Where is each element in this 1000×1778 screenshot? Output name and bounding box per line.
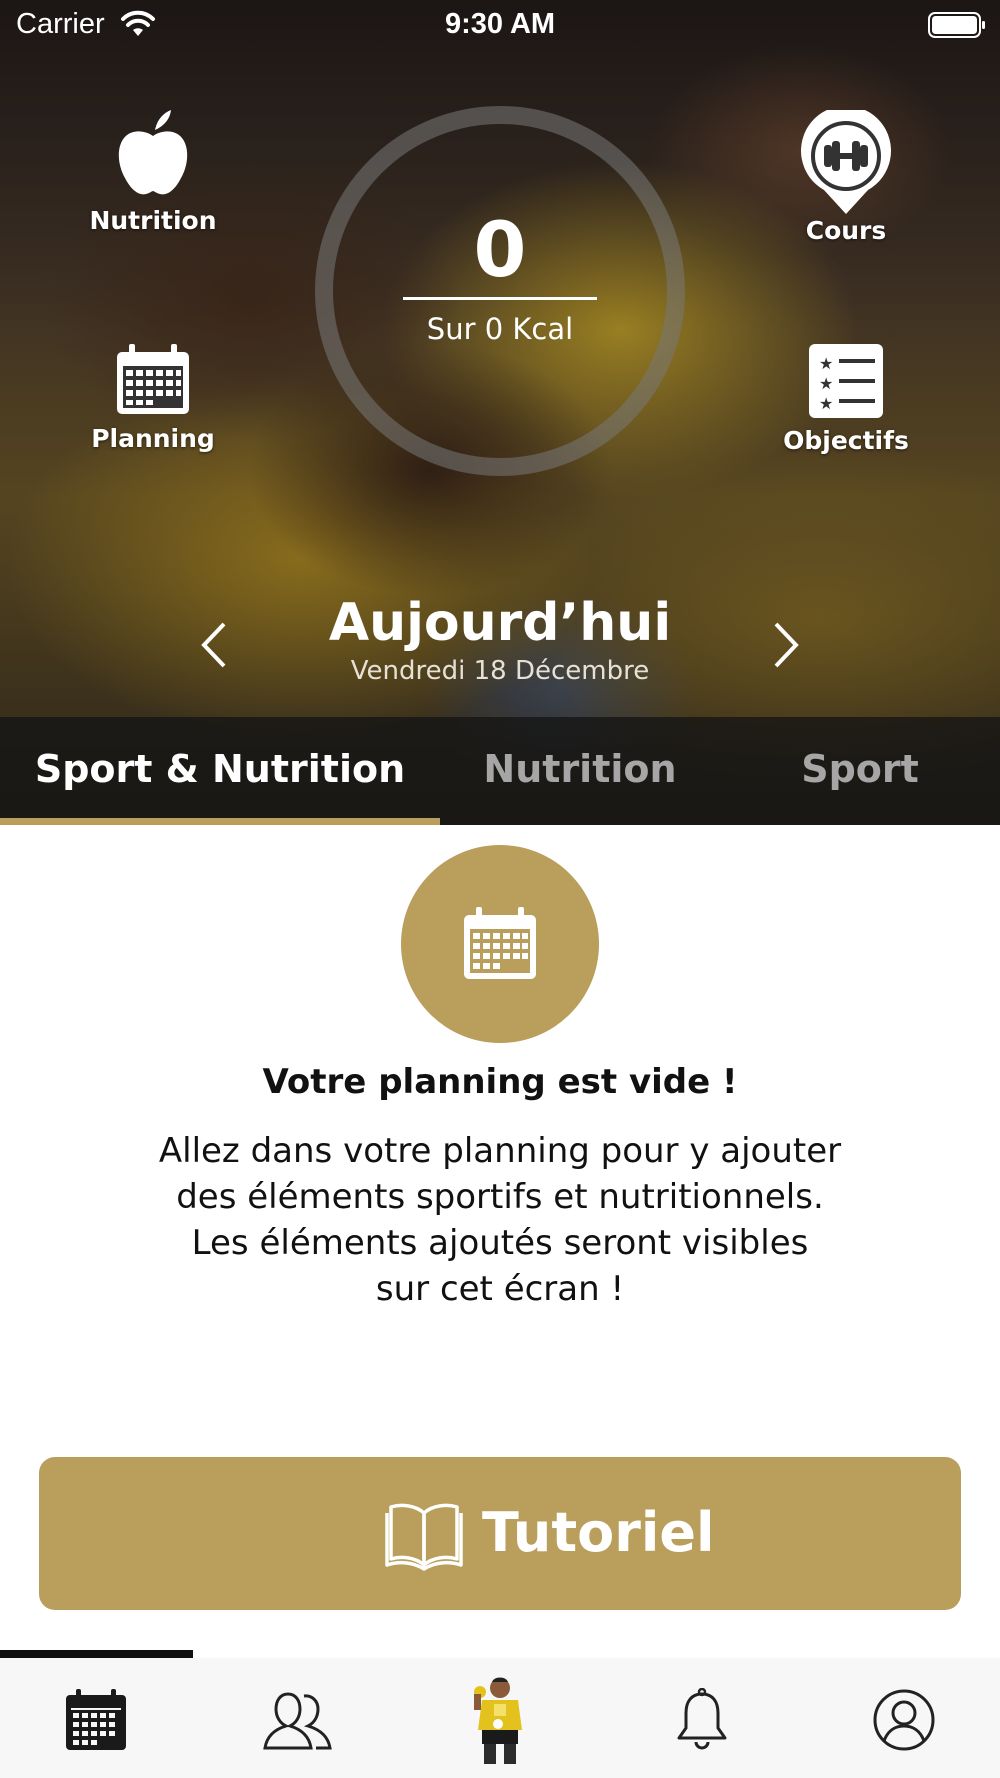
calendar-icon [66, 1689, 126, 1750]
objectifs-label: Objectifs [783, 426, 909, 455]
hero-header: Carrier 9:30 AM 0 Sur 0 Kcal Nutrition C… [0, 0, 1000, 825]
clock-label: 9:30 AM [444, 8, 556, 40]
active-tab-indicator [0, 818, 440, 825]
coach-avatar-icon [474, 1677, 522, 1764]
empty-planning-badge [401, 845, 599, 1043]
nav-community[interactable] [253, 1680, 343, 1760]
svg-text:★: ★ [819, 394, 833, 413]
empty-message-line: Allez dans votre planning pour y ajouter [158, 1131, 842, 1171]
objectifs-shortcut[interactable]: ★ ★ ★ Objectifs [756, 344, 936, 455]
svg-text:★: ★ [819, 354, 833, 373]
bell-icon [677, 1688, 727, 1750]
nutrition-shortcut[interactable]: Nutrition [63, 108, 243, 235]
empty-message-line: des éléments sportifs et nutritionnels. [176, 1177, 824, 1217]
date-navigator: Aujourd’hui Vendredi 18 Décembre [0, 590, 1000, 700]
date-subtitle: Vendredi 18 Décembre [350, 656, 650, 686]
chevron-right-icon[interactable] [768, 620, 804, 670]
empty-message-line: sur cet écran ! [375, 1269, 625, 1309]
empty-message-line: Les éléments ajoutés seront visibles [191, 1223, 809, 1263]
dumbbell-pin-icon [801, 110, 891, 214]
nav-profile[interactable] [859, 1680, 949, 1760]
svg-text:★: ★ [819, 374, 833, 393]
calorie-summary: 0 Sur 0 Kcal [350, 205, 650, 346]
tab-nutrition[interactable]: Nutrition [440, 717, 720, 825]
planning-shortcut[interactable]: Planning [63, 344, 243, 453]
profile-icon [873, 1689, 935, 1751]
community-icon [263, 1692, 332, 1750]
calorie-goal: Sur 0 Kcal [426, 312, 574, 346]
apple-icon [118, 110, 188, 195]
filter-tabs: Sport & Nutrition Nutrition Sport [0, 717, 1000, 825]
calendar-icon [464, 907, 536, 979]
nav-coach[interactable] [455, 1677, 545, 1764]
empty-planning-message: Allez dans votre planning pour y ajouter… [120, 1128, 880, 1312]
calorie-value: 0 [473, 205, 527, 294]
status-bar: Carrier 9:30 AM [0, 0, 1000, 50]
nav-planning[interactable] [51, 1680, 141, 1760]
empty-planning-title: Votre planning est vide ! [262, 1062, 738, 1102]
tab-sport-nutrition[interactable]: Sport & Nutrition [0, 717, 440, 825]
calorie-divider [403, 297, 597, 300]
nutrition-label: Nutrition [89, 206, 217, 235]
battery-icon [928, 12, 985, 38]
tutorial-button[interactable]: Tutoriel [39, 1457, 961, 1610]
cours-label: Cours [805, 216, 887, 245]
cours-shortcut[interactable]: Cours [756, 110, 936, 245]
calendar-icon [117, 344, 189, 414]
tab-sport[interactable]: Sport [720, 717, 1000, 825]
checklist-icon: ★ ★ ★ [809, 344, 883, 418]
tutorial-label: Tutoriel [482, 1501, 715, 1564]
date-title: Aujourd’hui [328, 593, 672, 653]
planning-label: Planning [91, 424, 215, 453]
nav-notifications[interactable] [657, 1680, 747, 1760]
open-book-icon [385, 1503, 463, 1571]
